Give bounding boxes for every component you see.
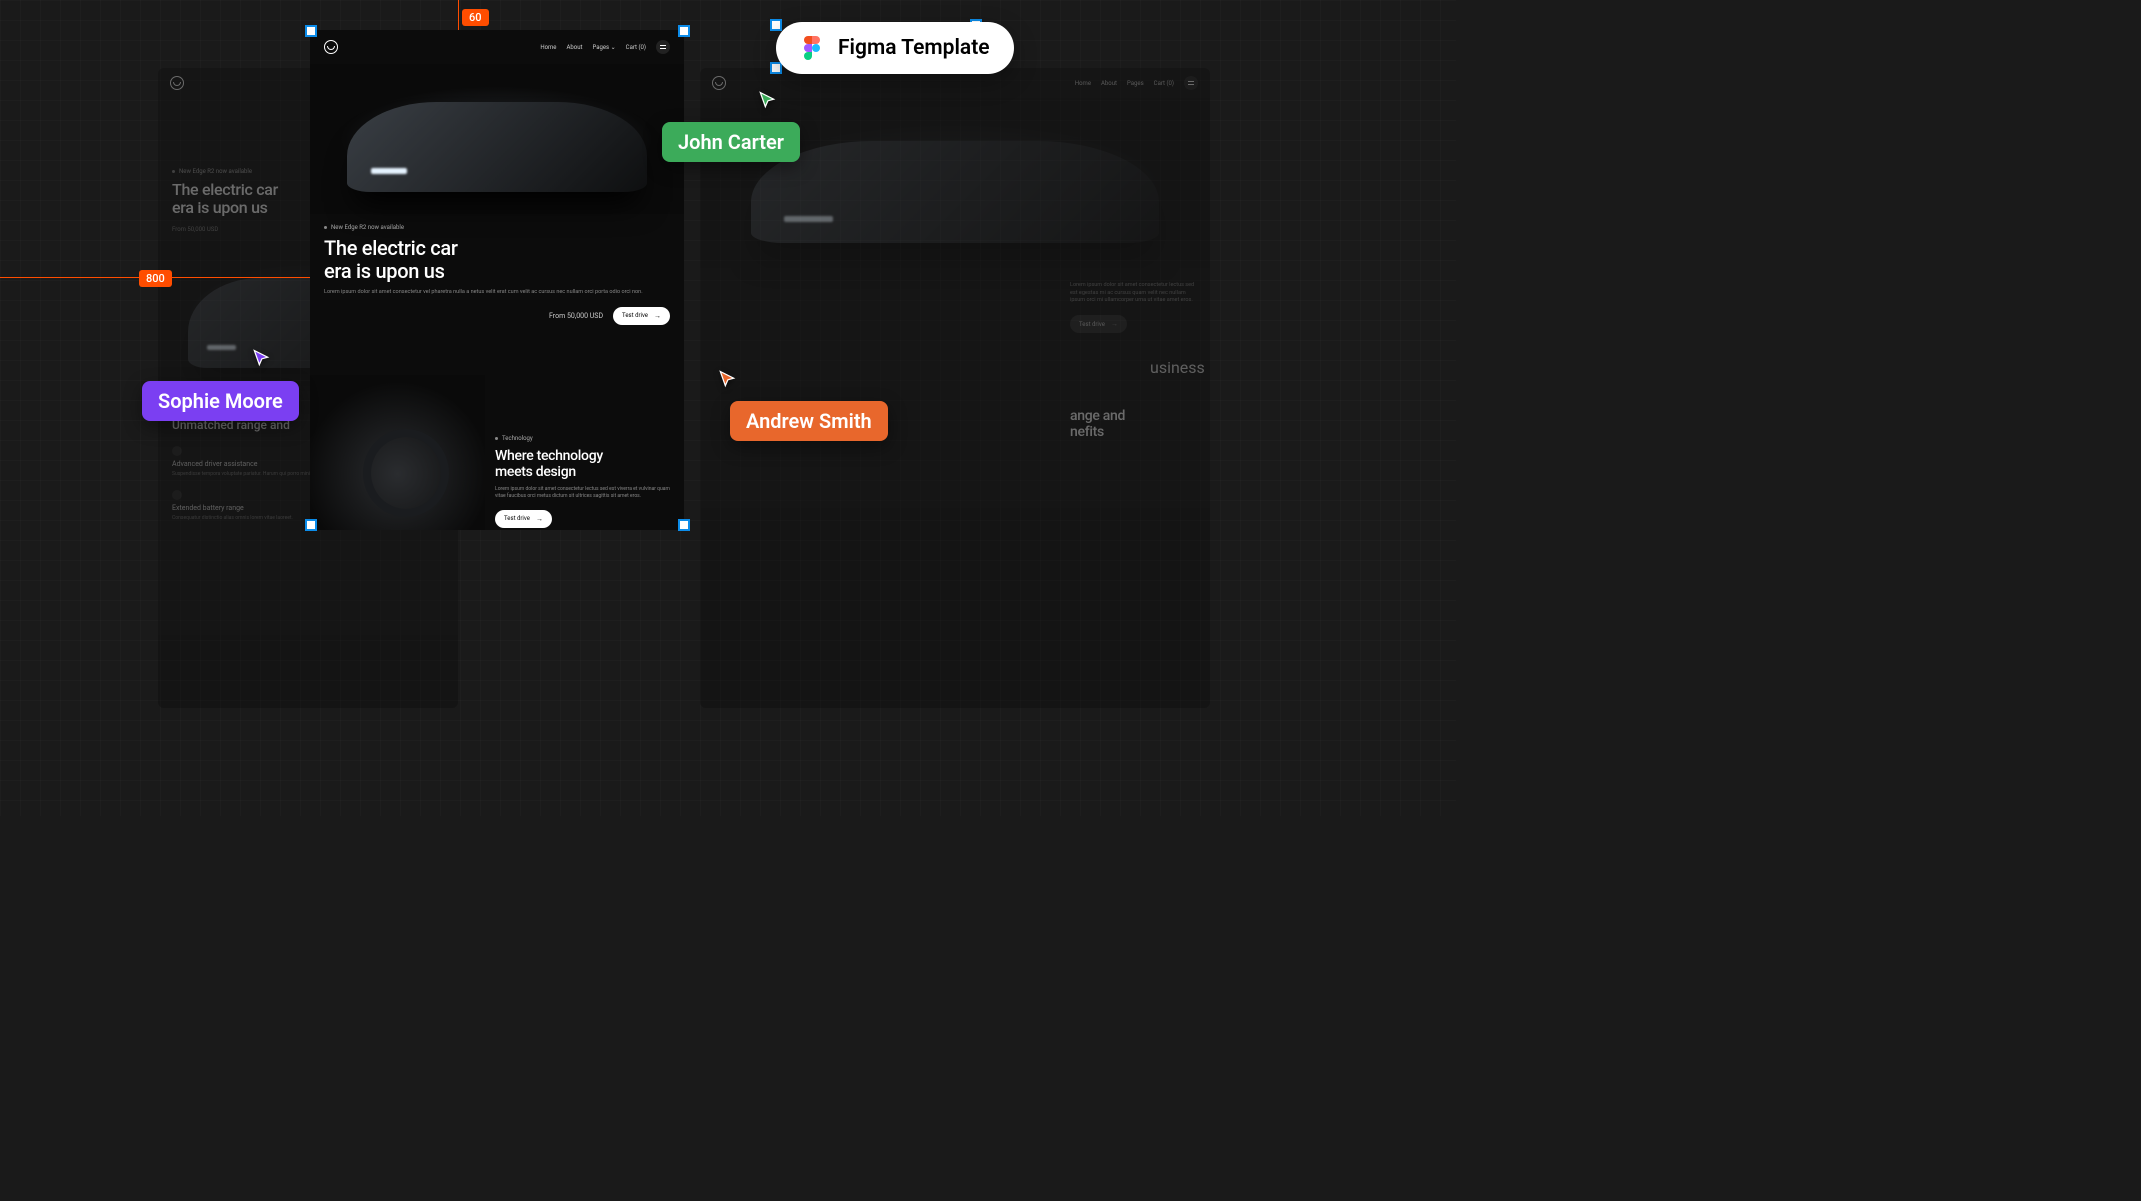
nav-links: Home About Pages Cart (0) [1075,76,1198,90]
steering-wheel-image [310,375,485,530]
figma-template-badge[interactable]: Figma Template [776,22,1014,74]
nav-cart[interactable]: Cart (0) [626,44,646,51]
multiplayer-cursor-orange [717,369,737,389]
right-headline: ange andnefits [1070,408,1125,440]
hamburger-icon[interactable] [1184,76,1198,90]
nav-links: Home About Pages ⌄ Cart (0) [540,40,670,54]
technology-section: Technology Where technologymeets design … [310,375,684,530]
hero-car-image [310,64,684,214]
nav-home[interactable]: Home [1075,80,1091,87]
feature-icon [172,446,182,456]
hero-body: Lorem ipsum dolor sit amet consectetur l… [1070,282,1196,305]
measurement-label-left: 800 [139,270,172,287]
user-label-andrew[interactable]: Andrew Smith [730,401,888,441]
test-drive-button[interactable]: Test drive [495,510,552,528]
category-tabs: usiness Studio Organizatio [1150,358,1210,377]
selected-frame[interactable]: Home About Pages ⌄ Cart (0) New Edge R2 … [310,30,684,530]
multiplayer-cursor-purple [251,348,271,368]
figma-logo-icon [800,36,824,60]
spacing-guide-vertical [458,0,459,30]
multiplayer-cursor-green [757,90,777,110]
logo-icon [712,76,726,90]
category-tab[interactable]: usiness [1150,358,1205,377]
user-label-john[interactable]: John Carter [662,122,800,162]
badge-label: Figma Template [838,36,990,60]
hero-body: Lorem ipsum dolor sit amet consectetur v… [324,289,670,297]
feature-icon [172,490,182,500]
nav-about[interactable]: About [566,44,582,51]
site-nav: Home About Pages ⌄ Cart (0) [310,30,684,64]
chevron-down-icon: ⌄ [611,44,616,51]
hero-headline: The electric carera is upon us [324,237,670,283]
user-label-sophie[interactable]: Sophie Moore [142,381,299,421]
tech-tag: Technology [495,435,670,442]
nav-pages[interactable]: Pages [1127,80,1144,87]
figma-canvas[interactable]: 60 800 New Edge R2 now available The ele… [0,0,1456,816]
logo-icon [170,76,184,90]
test-drive-button[interactable]: Test drive [613,307,670,325]
hero-tag: New Edge R2 now available [324,224,684,231]
tech-headline: Where technologymeets design [495,448,670,480]
tech-body: Lorem ipsum dolor sit amet consectetur l… [495,486,670,500]
hero-price: From 50,000 USD [549,312,603,320]
logo-icon[interactable] [324,40,338,54]
background-frame-right: Home About Pages Cart (0) Lorem ipsum do… [700,68,1210,708]
hamburger-icon[interactable] [656,40,670,54]
hero-cta-row: From 50,000 USD Test drive [310,297,684,335]
measurement-label-top: 60 [462,9,489,26]
nav-home[interactable]: Home [540,44,556,51]
nav-about[interactable]: About [1101,80,1117,87]
nav-pages[interactable]: Pages ⌄ [592,44,615,51]
test-drive-button[interactable]: Test drive [1070,315,1127,333]
nav-cart[interactable]: Cart (0) [1154,80,1174,87]
